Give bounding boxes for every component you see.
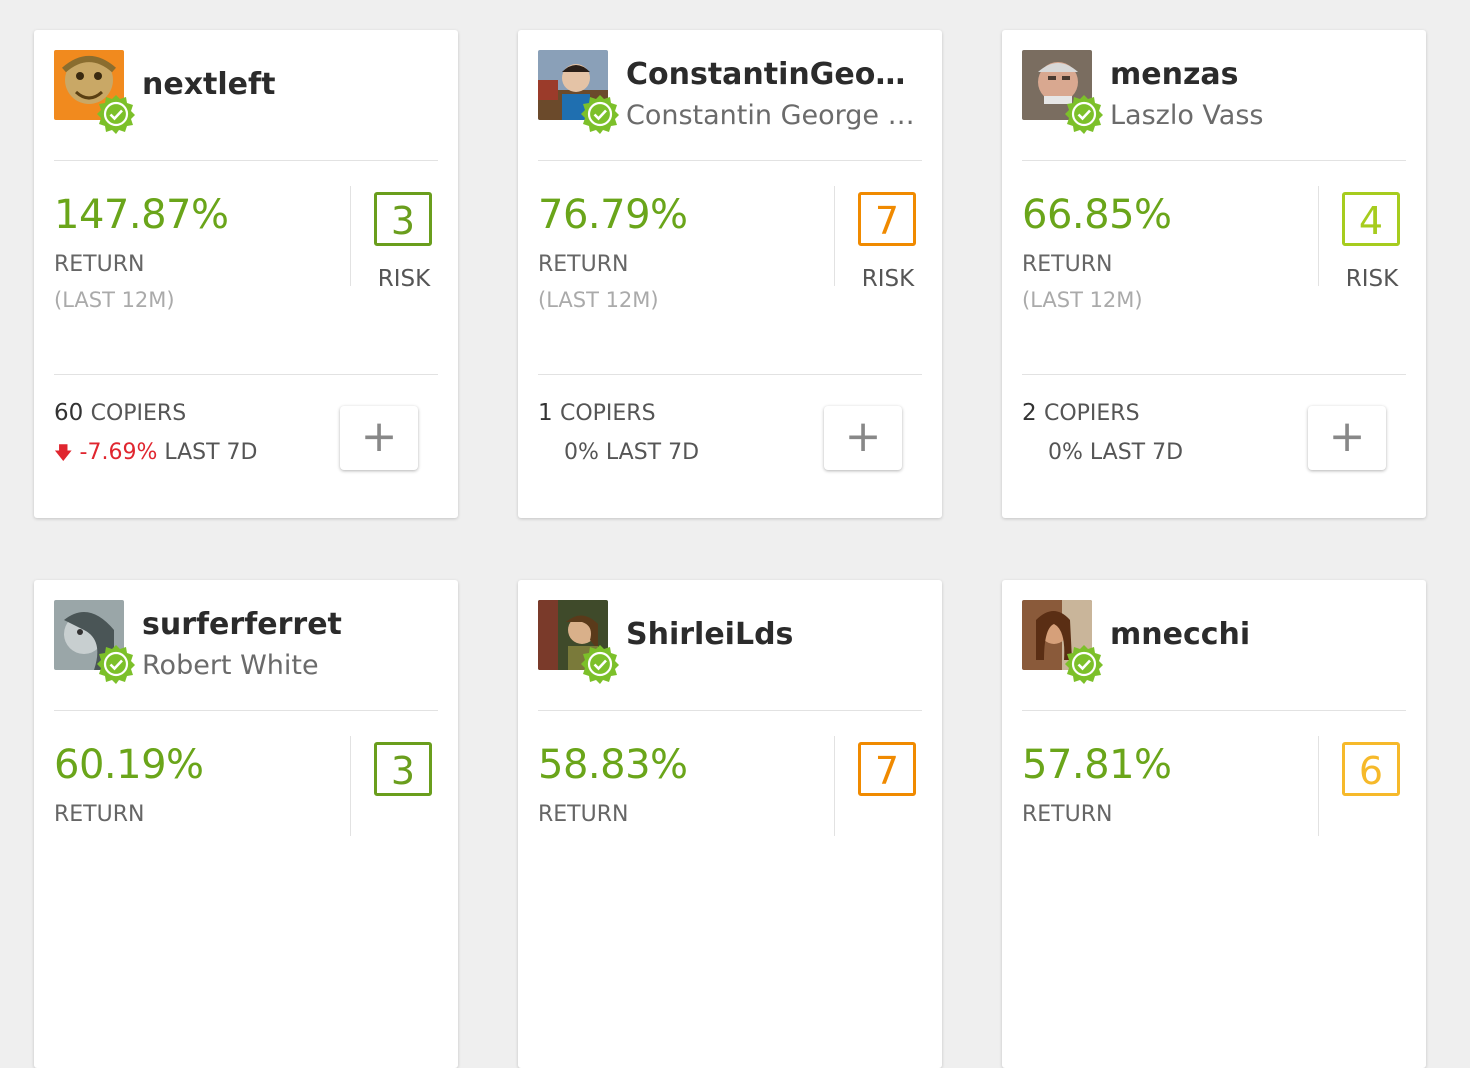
risk-label: RISK (861, 266, 915, 292)
change-label: LAST 7D (164, 440, 258, 465)
return-label: RETURN (54, 252, 145, 277)
change-7d: 0% LAST 7D (1048, 440, 1183, 465)
return-value: 147.87% (54, 192, 229, 238)
trader-names: ConstantinGeorg... Constantin George A..… (626, 56, 916, 134)
username[interactable]: mnecchi (1110, 616, 1400, 654)
copiers-number: 2 (1022, 400, 1037, 426)
avatar[interactable] (538, 600, 619, 684)
username[interactable]: menzas (1110, 56, 1400, 94)
divider (54, 374, 438, 375)
trader-card-surferferret[interactable]: surferferret Robert White 60.19% RETURN … (34, 580, 458, 1068)
arrow-down-icon: 🡇 (54, 443, 73, 464)
return-period: (LAST 12M) (1022, 288, 1143, 312)
return-period: (LAST 12M) (54, 288, 175, 312)
divider (54, 160, 438, 161)
username[interactable]: nextleft (142, 66, 432, 104)
divider (1022, 374, 1406, 375)
trader-card-shirleilds[interactable]: ShirleiLds 58.83% RETURN 7 (518, 580, 942, 1068)
vertical-divider (350, 736, 351, 836)
change-label: LAST 7D (1089, 440, 1184, 465)
vertical-divider (834, 186, 835, 286)
change-value: 0% (1048, 440, 1083, 465)
trader-card-menzas[interactable]: menzas Laszlo Vass 66.85% RETURN (LAST 1… (1002, 30, 1426, 518)
avatar[interactable] (54, 600, 135, 684)
trader-names: nextleft (142, 66, 432, 104)
return-value: 76.79% (538, 192, 688, 238)
trader-card-mnecchi[interactable]: mnecchi 57.81% RETURN 6 (1002, 580, 1426, 1068)
change-label: LAST 7D (605, 440, 700, 465)
risk-label: RISK (1345, 266, 1399, 292)
verified-badge-icon (581, 645, 619, 684)
copiers-number: 1 (538, 400, 553, 426)
return-value: 57.81% (1022, 742, 1172, 788)
full-name: Laszlo Vass (1110, 100, 1264, 131)
divider (538, 160, 922, 161)
risk-score: 7 (858, 742, 916, 796)
risk-score: 4 (1342, 192, 1400, 246)
avatar[interactable] (54, 50, 135, 134)
copiers-label: COPIERS (559, 401, 656, 426)
avatar[interactable] (1022, 50, 1103, 134)
avatar[interactable] (1022, 600, 1103, 684)
return-label: RETURN (1022, 802, 1113, 827)
return-label: RETURN (538, 802, 629, 827)
divider (538, 710, 922, 711)
verified-badge-icon (581, 95, 619, 134)
copiers-label: COPIERS (90, 401, 187, 426)
verified-badge-icon (1065, 645, 1103, 684)
risk-score: 3 (374, 742, 432, 796)
trader-names: menzas Laszlo Vass (1110, 56, 1400, 134)
copiers-count: 60 COPIERS (54, 400, 186, 426)
divider (538, 374, 922, 375)
vertical-divider (1318, 186, 1319, 286)
risk-score: 7 (858, 192, 916, 246)
risk-score: 3 (374, 192, 432, 246)
full-name: Robert White (142, 650, 319, 681)
change-value: -7.69% (79, 440, 158, 465)
copiers-number: 60 (54, 400, 84, 426)
trader-names: mnecchi (1110, 616, 1400, 654)
copy-trader-button[interactable]: + (1308, 406, 1386, 470)
divider (54, 710, 438, 711)
vertical-divider (350, 186, 351, 286)
trader-card-nextleft[interactable]: nextleft 147.87% RETURN (LAST 12M) 3 RIS… (34, 30, 458, 518)
risk-score: 6 (1342, 742, 1400, 796)
copy-trader-button[interactable]: + (824, 406, 902, 470)
full-name: Constantin George A... (626, 100, 916, 131)
return-value: 66.85% (1022, 192, 1172, 238)
return-value: 60.19% (54, 742, 204, 788)
verified-badge-icon (1065, 95, 1103, 134)
copiers-count: 2 COPIERS (1022, 400, 1140, 426)
verified-badge-icon (97, 95, 135, 134)
risk-label: RISK (377, 266, 431, 292)
change-7d: 🡇 -7.69% LAST 7D (54, 440, 258, 471)
return-label: RETURN (1022, 252, 1113, 277)
divider (1022, 710, 1406, 711)
avatar[interactable] (538, 50, 619, 134)
vertical-divider (1318, 736, 1319, 836)
username[interactable]: surferferret (142, 606, 432, 644)
trader-card-constantingeorg[interactable]: ConstantinGeorg... Constantin George A..… (518, 30, 942, 518)
trader-names: surferferret Robert White (142, 606, 432, 684)
return-period: (LAST 12M) (538, 288, 659, 312)
trader-names: ShirleiLds (626, 616, 916, 654)
return-label: RETURN (54, 802, 145, 827)
verified-badge-icon (97, 645, 135, 684)
copy-trader-button[interactable]: + (340, 406, 418, 470)
username[interactable]: ShirleiLds (626, 616, 916, 654)
copiers-count: 1 COPIERS (538, 400, 656, 426)
change-value: 0% (564, 440, 599, 465)
divider (1022, 160, 1406, 161)
return-value: 58.83% (538, 742, 688, 788)
copiers-label: COPIERS (1043, 401, 1140, 426)
change-7d: 0% LAST 7D (564, 440, 699, 465)
return-label: RETURN (538, 252, 629, 277)
vertical-divider (834, 736, 835, 836)
username[interactable]: ConstantinGeorg... (626, 56, 916, 94)
